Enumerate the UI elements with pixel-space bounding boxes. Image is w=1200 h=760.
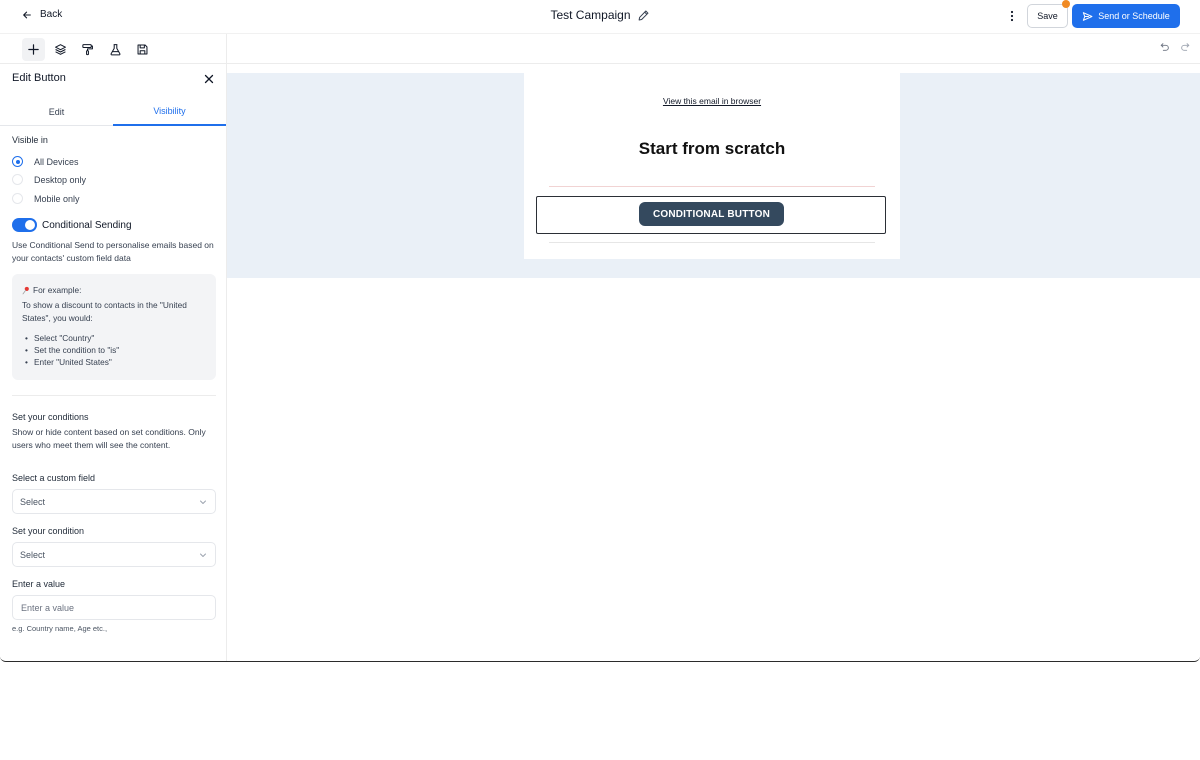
- radio-label: Mobile only: [34, 193, 80, 204]
- conditional-description: Use Conditional Send to personalise emai…: [12, 240, 214, 263]
- conditions-description: Show or hide content based on set condit…: [12, 427, 206, 450]
- panel-tabs: Edit Visibility: [0, 97, 226, 126]
- tab-visibility[interactable]: Visibility: [113, 97, 226, 126]
- divider: [549, 242, 875, 243]
- condition-value: Select: [20, 549, 46, 560]
- view-in-browser-link[interactable]: View this email in browser: [524, 96, 900, 106]
- visible-in-label: Visible in: [12, 135, 48, 145]
- radio-mobile-only[interactable]: Mobile only: [12, 193, 80, 204]
- layers-icon[interactable]: [49, 38, 72, 61]
- campaign-title[interactable]: Test Campaign: [550, 8, 630, 22]
- redo-icon[interactable]: [1180, 42, 1190, 52]
- close-icon[interactable]: [203, 72, 215, 84]
- app-window: Back Test Campaign Save Send or Schedule: [0, 0, 1200, 662]
- pencil-icon[interactable]: [637, 9, 650, 22]
- value-input[interactable]: [12, 595, 216, 620]
- panel-title: Edit Button: [12, 72, 66, 84]
- flask-icon[interactable]: [104, 38, 127, 61]
- email-body: View this email in browser Start from sc…: [524, 73, 900, 259]
- custom-field-value: Select: [20, 496, 46, 507]
- toolbar-divider: [226, 34, 227, 65]
- conditional-sending-toggle[interactable]: [12, 218, 37, 232]
- list-item: Set the condition to "is": [22, 344, 206, 357]
- value-hint: e.g. Country name, Age etc.,: [12, 624, 108, 633]
- back-button[interactable]: Back: [22, 9, 62, 20]
- custom-field-label: Select a custom field: [12, 473, 96, 483]
- tab-edit[interactable]: Edit: [0, 97, 113, 126]
- notification-dot: [1062, 0, 1070, 8]
- arrow-left-icon: [22, 10, 32, 20]
- radio-desktop-only[interactable]: Desktop only: [12, 174, 86, 185]
- radio-label: Desktop only: [34, 174, 87, 185]
- chevron-down-icon: [199, 551, 207, 559]
- conditional-sending-row: Conditional Sending: [12, 218, 132, 232]
- divider: [12, 395, 216, 396]
- radio-label: All Devices: [34, 156, 79, 167]
- email-canvas: View this email in browser Start from sc…: [227, 64, 1200, 661]
- example-intro: To show a discount to contacts in the "U…: [22, 300, 187, 323]
- empty-area: [0, 663, 1200, 760]
- chevron-down-icon: [199, 498, 207, 506]
- radio-button-selected[interactable]: [12, 156, 23, 167]
- radio-all-devices[interactable]: All Devices: [12, 156, 79, 167]
- top-bar: Back Test Campaign Save Send or Schedule: [0, 0, 1200, 33]
- condition-label: Set your condition: [12, 526, 85, 536]
- radio-button[interactable]: [12, 193, 23, 204]
- back-label: Back: [40, 9, 63, 20]
- edit-button-panel: Edit Button Edit Visibility Visible in A…: [0, 64, 227, 661]
- email-heading[interactable]: Start from scratch: [524, 139, 900, 159]
- pushpin-icon: [22, 286, 30, 295]
- plus-icon[interactable]: [22, 38, 45, 61]
- example-box: For example: To show a discount to conta…: [12, 274, 216, 380]
- conditional-sending-label: Conditional Sending: [42, 219, 132, 231]
- save-disk-icon[interactable]: [131, 38, 154, 61]
- save-button[interactable]: Save: [1027, 4, 1068, 28]
- value-label: Enter a value: [12, 579, 66, 589]
- conditions-title: Set your conditions: [12, 412, 89, 422]
- list-item: Select "Country": [22, 332, 206, 345]
- divider: [549, 186, 875, 187]
- send-or-schedule-button[interactable]: Send or Schedule: [1072, 4, 1180, 28]
- example-steps: Select "Country" Set the condition to "i…: [22, 332, 206, 369]
- list-item: Enter "United States": [22, 356, 206, 369]
- custom-field-select[interactable]: Select: [12, 489, 216, 514]
- conditional-button[interactable]: CONDITIONAL BUTTON: [639, 202, 784, 226]
- paint-roller-icon[interactable]: [76, 38, 99, 61]
- example-heading: For example:: [33, 285, 82, 295]
- undo-icon[interactable]: [1160, 42, 1170, 52]
- radio-button[interactable]: [12, 174, 23, 185]
- condition-select[interactable]: Select: [12, 542, 216, 567]
- send-icon: [1082, 11, 1093, 22]
- more-options-icon[interactable]: [1005, 8, 1019, 24]
- send-label: Send or Schedule: [1098, 11, 1170, 21]
- editor-toolbar: [0, 33, 1200, 65]
